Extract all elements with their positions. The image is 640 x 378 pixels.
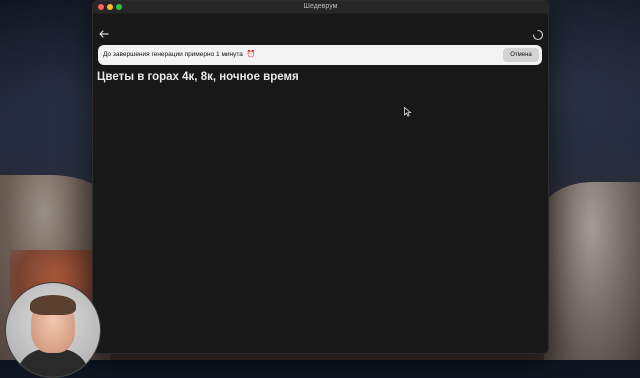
- wallpaper-rock-right: [544, 182, 640, 360]
- status-message: До завершения генерации примерно 1 минут…: [103, 51, 243, 58]
- window-title: Шедеврум: [303, 3, 338, 10]
- app-window: Шедеврум До завершения генерации примерн…: [92, 0, 549, 354]
- generation-status-text: До завершения генерации примерно 1 минут…: [103, 45, 255, 65]
- webcam-hair: [30, 295, 76, 315]
- back-button[interactable]: [97, 27, 111, 41]
- webcam-shirt: [16, 349, 90, 377]
- webcam-overlay: [5, 282, 101, 378]
- title-bar: Шедеврум: [93, 1, 548, 14]
- mouse-cursor-icon: [404, 104, 412, 117]
- alarm-clock-icon: ⏰: [246, 51, 256, 58]
- generation-status-banner: До завершения генерации примерно 1 минут…: [98, 45, 542, 65]
- cancel-button[interactable]: Отмена: [503, 48, 539, 62]
- arrow-left-icon: [99, 30, 109, 38]
- prompt-title: Цветы в горах 4к, 8к, ночное время: [97, 71, 299, 83]
- loading-spinner-icon: [532, 28, 544, 41]
